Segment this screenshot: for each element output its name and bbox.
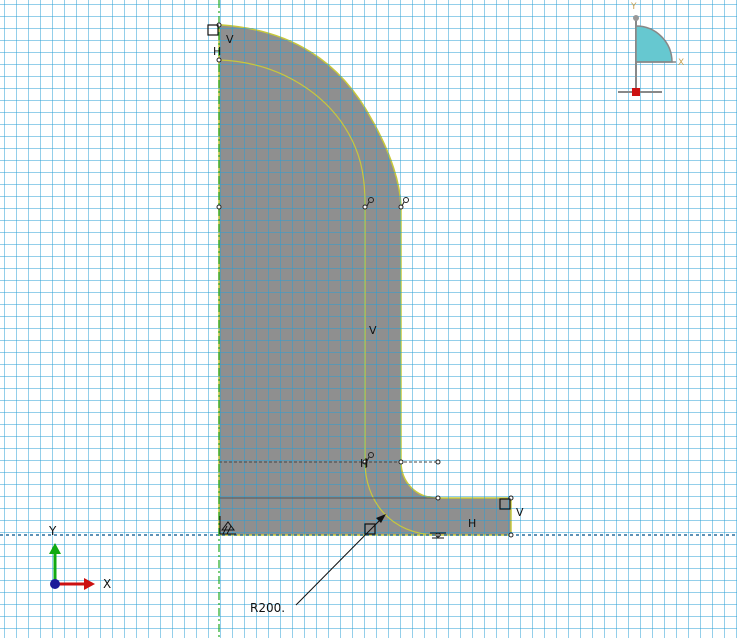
view-y-label: Y (630, 2, 637, 12)
view-origin-marker-icon (632, 88, 640, 96)
vertex-point[interactable] (216, 57, 222, 63)
vertex-point[interactable] (508, 532, 514, 538)
vertical-constraint-label[interactable]: V (226, 33, 234, 46)
sketch-canvas[interactable]: V H V H H V R200. Y X Y X (0, 0, 737, 638)
vertical-constraint-label[interactable]: V (516, 506, 524, 519)
triad-y-label: Y (48, 524, 57, 538)
vertical-constraint-label[interactable]: V (369, 324, 377, 337)
horizontal-constraint-label[interactable]: H (468, 517, 476, 530)
vertex-point[interactable] (435, 495, 441, 501)
vertex-point[interactable] (362, 204, 368, 210)
vertex-point[interactable] (435, 459, 441, 465)
sketch-viewport[interactable]: V H V H H V R200. Y X Y X (0, 0, 737, 638)
vertex-point[interactable] (398, 459, 404, 465)
sketch-grid (0, 0, 737, 638)
vertex-point[interactable] (216, 204, 222, 210)
view-x-label: X (678, 58, 684, 68)
radius-dimension-label[interactable]: R200. (250, 601, 285, 615)
triad-origin-icon (50, 579, 60, 589)
horizontal-constraint-label[interactable]: H (360, 457, 368, 470)
horizontal-constraint-label[interactable]: H (213, 45, 221, 58)
triad-x-label: X (103, 577, 111, 591)
